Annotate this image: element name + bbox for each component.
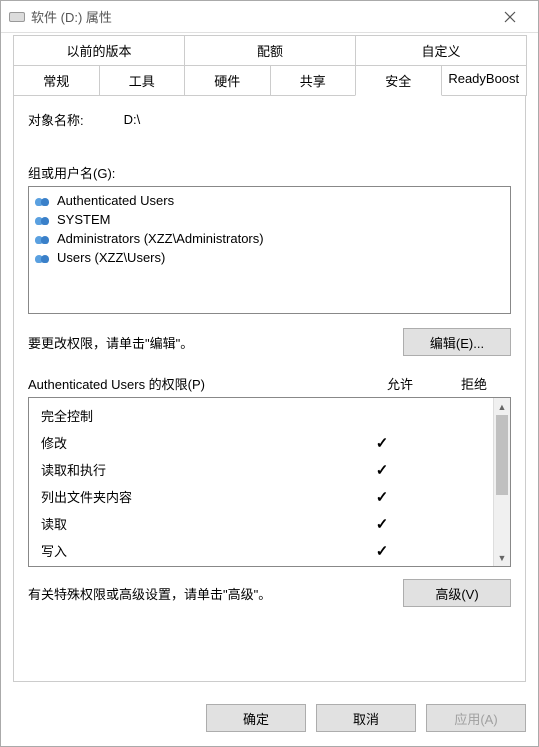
group-item[interactable]: Authenticated Users: [35, 191, 504, 210]
ok-button[interactable]: 确定: [206, 704, 306, 732]
permission-allow: ✓: [345, 542, 419, 560]
users-icon: [35, 251, 53, 265]
dialog-footer: 确定 取消 应用(A): [1, 694, 538, 746]
permission-row: 完全控制: [41, 402, 493, 429]
group-item-label: Authenticated Users: [57, 193, 174, 208]
permission-row: 读取✓: [41, 510, 493, 537]
tab-配额[interactable]: 配额: [184, 35, 356, 66]
group-item[interactable]: Administrators (XZZ\Administrators): [35, 229, 504, 248]
object-name-value: D:\: [124, 112, 141, 127]
group-item-label: SYSTEM: [57, 212, 110, 227]
permission-row: 读取和执行✓: [41, 456, 493, 483]
scrollbar[interactable]: ▲ ▼: [493, 398, 510, 566]
group-item[interactable]: SYSTEM: [35, 210, 504, 229]
permission-name: 修改: [41, 433, 345, 452]
permission-row: 写入✓: [41, 537, 493, 564]
permission-allow: ✓: [345, 515, 419, 533]
window-title: 软件 (D:) 属性: [31, 7, 490, 26]
tab-工具[interactable]: 工具: [99, 65, 186, 96]
permission-row: 修改✓: [41, 429, 493, 456]
scroll-thumb[interactable]: [496, 415, 508, 495]
permission-name: 读取和执行: [41, 460, 345, 479]
advanced-hint-text: 有关特殊权限或高级设置，请单击"高级"。: [28, 584, 271, 603]
object-name-label: 对象名称:: [28, 110, 84, 129]
scroll-up-button[interactable]: ▲: [494, 398, 510, 415]
permissions-col-allow: 允许: [363, 374, 437, 393]
close-button[interactable]: [490, 3, 530, 31]
permission-name: 完全控制: [41, 406, 345, 425]
groups-listbox[interactable]: Authenticated Users SYSTEM Administrators …: [28, 186, 511, 314]
group-item[interactable]: Users (XZZ\Users): [35, 248, 504, 267]
permissions-col-deny: 拒绝: [437, 374, 511, 393]
permission-allow: ✓: [345, 434, 419, 452]
tab-硬件[interactable]: 硬件: [184, 65, 271, 96]
permission-name: 写入: [41, 541, 345, 560]
tab-共享[interactable]: 共享: [270, 65, 357, 96]
users-icon: [35, 213, 53, 227]
scroll-down-button[interactable]: ▼: [494, 549, 510, 566]
permissions-listbox: 完全控制修改✓读取和执行✓列出文件夹内容✓读取✓写入✓ ▲ ▼: [28, 397, 511, 567]
permission-name: 列出文件夹内容: [41, 487, 345, 506]
group-item-label: Administrators (XZZ\Administrators): [57, 231, 264, 246]
permission-allow: ✓: [345, 488, 419, 506]
tab-strip: 以前的版本配额自定义 常规工具硬件共享安全ReadyBoost: [1, 33, 538, 95]
users-icon: [35, 232, 53, 246]
tab-以前的版本[interactable]: 以前的版本: [13, 35, 185, 66]
permission-allow: ✓: [345, 461, 419, 479]
permission-row: 列出文件夹内容✓: [41, 483, 493, 510]
titlebar: 软件 (D:) 属性: [1, 1, 538, 33]
group-item-label: Users (XZZ\Users): [57, 250, 165, 265]
tab-content-security: 对象名称: D:\ 组或用户名(G): Authenticated Users S…: [13, 95, 526, 682]
properties-dialog: 软件 (D:) 属性 以前的版本配额自定义 常规工具硬件共享安全ReadyBoo…: [0, 0, 539, 747]
permission-name: 读取: [41, 514, 345, 533]
tab-ReadyBoost[interactable]: ReadyBoost: [441, 65, 528, 96]
permissions-header: Authenticated Users 的权限(P): [28, 374, 363, 393]
drive-icon: [9, 12, 25, 22]
edit-hint-text: 要更改权限，请单击"编辑"。: [28, 333, 193, 352]
edit-button[interactable]: 编辑(E)...: [403, 328, 511, 356]
groups-label: 组或用户名(G):: [28, 163, 511, 182]
advanced-button[interactable]: 高级(V): [403, 579, 511, 607]
users-icon: [35, 194, 53, 208]
tab-安全[interactable]: 安全: [355, 65, 442, 96]
cancel-button[interactable]: 取消: [316, 704, 416, 732]
tab-自定义[interactable]: 自定义: [355, 35, 527, 66]
apply-button[interactable]: 应用(A): [426, 704, 526, 732]
tab-常规[interactable]: 常规: [13, 65, 100, 96]
